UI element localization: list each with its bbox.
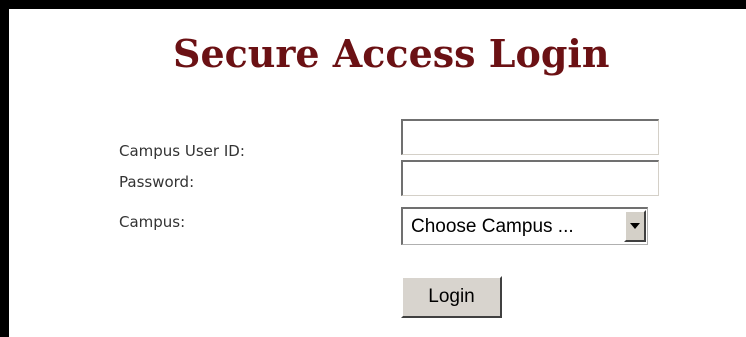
login-button[interactable]: Login (401, 276, 502, 318)
login-panel: Secure Access Login Campus User ID: Pass… (0, 0, 746, 337)
password-label: Password: (119, 173, 195, 191)
campus-select[interactable]: Choose Campus ... (401, 207, 648, 245)
page-title: Secure Access Login (173, 31, 610, 76)
user-id-label: Campus User ID: (119, 142, 245, 160)
campus-label: Campus: (119, 213, 186, 231)
chevron-down-icon[interactable] (624, 210, 646, 242)
password-input[interactable] (401, 160, 659, 196)
campus-select-value: Choose Campus ... (411, 216, 574, 237)
user-id-input[interactable] (401, 119, 659, 155)
